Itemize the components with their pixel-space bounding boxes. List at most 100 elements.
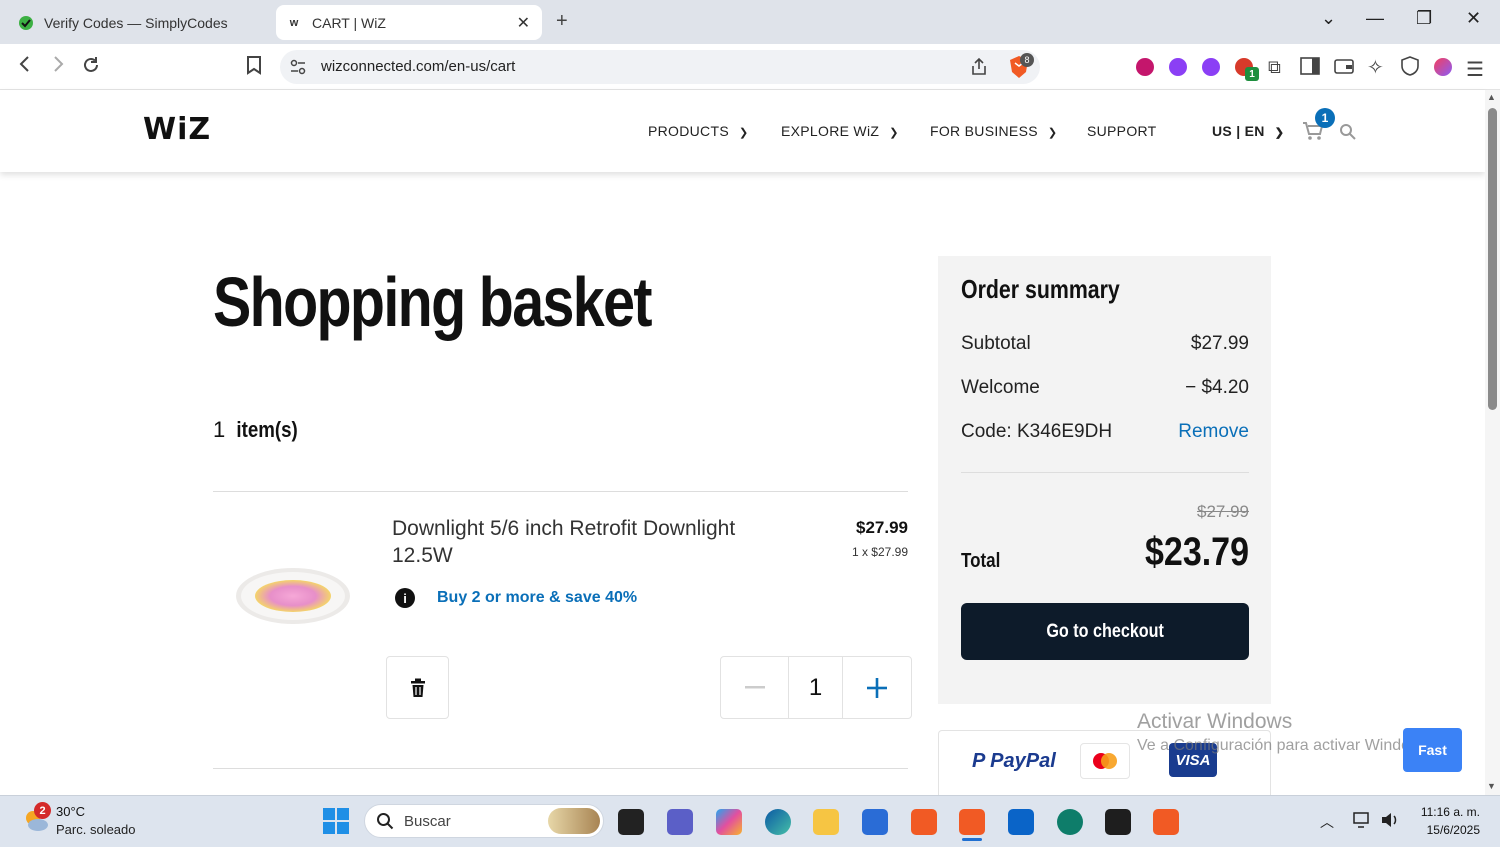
total-value: $23.79 (1145, 530, 1249, 574)
sidebar-toggle-icon[interactable] (1300, 57, 1320, 80)
tab-title: CART | WiZ (312, 14, 386, 31)
profile-avatar-icon[interactable] (1434, 58, 1452, 76)
clock-date[interactable]: 15/6/2025 (1400, 823, 1480, 837)
search-highlight-icon (548, 808, 600, 834)
wallet-icon[interactable] (1334, 57, 1354, 80)
scroll-up-arrow-icon[interactable]: ▲ (1487, 92, 1496, 102)
decrease-quantity-button[interactable] (721, 657, 789, 718)
remove-code-link[interactable]: Remove (1178, 421, 1249, 443)
tab-simplycodes[interactable]: Verify Codes — SimplyCodes (8, 5, 268, 40)
brave-icon[interactable] (959, 809, 985, 835)
order-summary-title: Order summary (961, 274, 1120, 304)
nav-explore[interactable]: EXPLORE WiZ ❯ (781, 123, 899, 139)
product-image[interactable] (233, 565, 353, 627)
scrollbar-thumb[interactable] (1488, 108, 1497, 410)
clock-time[interactable]: 11:16 a. m. (1400, 805, 1480, 819)
reload-icon[interactable] (81, 55, 101, 81)
weather-temperature[interactable]: 30°C (56, 804, 85, 819)
total-label: Total (961, 550, 1001, 572)
minimize-icon[interactable]: — (1366, 8, 1384, 29)
volume-icon[interactable] (1380, 811, 1400, 834)
wiz-favicon: w (289, 16, 299, 29)
product-name[interactable]: Downlight 5/6 inch Retrofit Downlight 12… (392, 515, 752, 569)
share-icon[interactable] (969, 57, 989, 82)
forward-icon[interactable] (49, 55, 67, 79)
search-icon (376, 812, 394, 835)
brave-icon[interactable] (911, 809, 937, 835)
windows-activation-watermark: Activar Windows (1137, 710, 1293, 733)
tab-list-chevron-icon[interactable]: ⌄ (1321, 8, 1336, 29)
divider (213, 491, 908, 492)
back-icon[interactable] (16, 55, 34, 79)
outlook-icon[interactable] (1008, 809, 1034, 835)
info-icon: i (395, 588, 415, 608)
weather-alert-badge: 2 (34, 802, 51, 819)
simplycodes-icon (18, 15, 34, 31)
windows-start-icon[interactable] (323, 808, 349, 839)
shields-count-badge: 8 (1020, 53, 1034, 67)
locale-selector[interactable]: US | EN ❯ (1212, 123, 1284, 139)
taskbar-search-placeholder: Buscar (404, 813, 451, 830)
windows-taskbar (0, 795, 1500, 847)
nav-support[interactable]: SUPPORT (1087, 123, 1157, 139)
item-price: $27.99 (856, 518, 908, 537)
hamburger-menu-icon[interactable]: ☰ (1466, 57, 1484, 82)
close-tab-icon[interactable]: ✕ (517, 13, 530, 33)
nav-for-business[interactable]: FOR BUSINESS ❯ (930, 123, 1057, 139)
network-icon[interactable] (1352, 811, 1372, 834)
checkout-button[interactable]: Go to checkout (961, 603, 1249, 660)
scroll-down-arrow-icon[interactable]: ▼ (1487, 781, 1496, 791)
item-count: 1 item(s) (213, 417, 299, 442)
copilot-icon[interactable] (716, 809, 742, 835)
url-text[interactable]: wizconnected.com/en-us/cart (321, 58, 515, 75)
teams-icon[interactable] (667, 809, 693, 835)
plus-icon (867, 677, 887, 698)
promo-link[interactable]: Buy 2 or more & save 40% (437, 589, 637, 607)
tab-title: Verify Codes — SimplyCodes (44, 14, 228, 31)
nav-products[interactable]: PRODUCTS ❯ (648, 123, 749, 139)
trash-icon (410, 678, 425, 697)
increase-quantity-button[interactable] (843, 657, 911, 718)
extension-icon[interactable] (1169, 58, 1187, 76)
paypal-logo: P PayPal (972, 750, 1056, 772)
vpn-app-icon[interactable] (1057, 809, 1083, 835)
extension-badge: 1 (1245, 67, 1259, 81)
quantity-input[interactable]: 1 (789, 657, 843, 718)
extension-icon[interactable] (1202, 58, 1220, 76)
file-explorer-icon[interactable] (813, 809, 839, 835)
weather-description[interactable]: Parc. soleado (56, 822, 136, 837)
task-view-icon[interactable] (618, 809, 644, 835)
divider (213, 768, 908, 769)
chevron-down-icon: ❯ (889, 127, 899, 139)
tab-wiz-cart[interactable]: w CART | WiZ ✕ (276, 5, 542, 40)
close-window-icon[interactable]: ✕ (1466, 8, 1481, 29)
site-settings-icon[interactable] (289, 58, 307, 81)
unit-price: 1 x $27.99 (851, 545, 908, 559)
chevron-down-icon: ❯ (1047, 127, 1058, 139)
wiz-logo[interactable]: WiZ (143, 112, 211, 147)
quantity-stepper: 1 (720, 656, 912, 719)
brave-icon[interactable] (1153, 809, 1179, 835)
puzzle-extensions-icon[interactable]: ⧉ (1268, 57, 1281, 78)
chevron-down-icon: ❯ (1274, 127, 1285, 139)
active-app-indicator (962, 838, 982, 841)
subtotal-row: Subtotal $27.99 (961, 333, 1249, 354)
terminal-icon[interactable] (1105, 809, 1131, 835)
chevron-down-icon: ❯ (738, 127, 749, 139)
leo-ai-icon[interactable]: ✧ (1367, 55, 1384, 80)
microsoft-store-icon[interactable] (862, 809, 888, 835)
vpn-shield-icon[interactable] (1400, 56, 1420, 81)
restore-icon[interactable]: ❐ (1416, 8, 1432, 29)
divider (961, 472, 1249, 473)
page-title: Shopping basket (213, 263, 652, 341)
ublock-extension-icon[interactable] (1136, 58, 1154, 76)
new-tab-icon[interactable]: + (556, 10, 568, 33)
edge-icon[interactable] (765, 809, 791, 835)
tray-chevron-up-icon[interactable]: ︿ (1320, 812, 1334, 832)
original-total: $27.99 (1197, 502, 1249, 521)
bookmark-icon[interactable] (245, 55, 263, 81)
search-icon[interactable] (1339, 123, 1356, 145)
fast-button[interactable]: Fast (1403, 728, 1462, 772)
remove-item-button[interactable] (386, 656, 449, 719)
coupon-code-row: Code: K346E9DH Remove (961, 421, 1249, 443)
